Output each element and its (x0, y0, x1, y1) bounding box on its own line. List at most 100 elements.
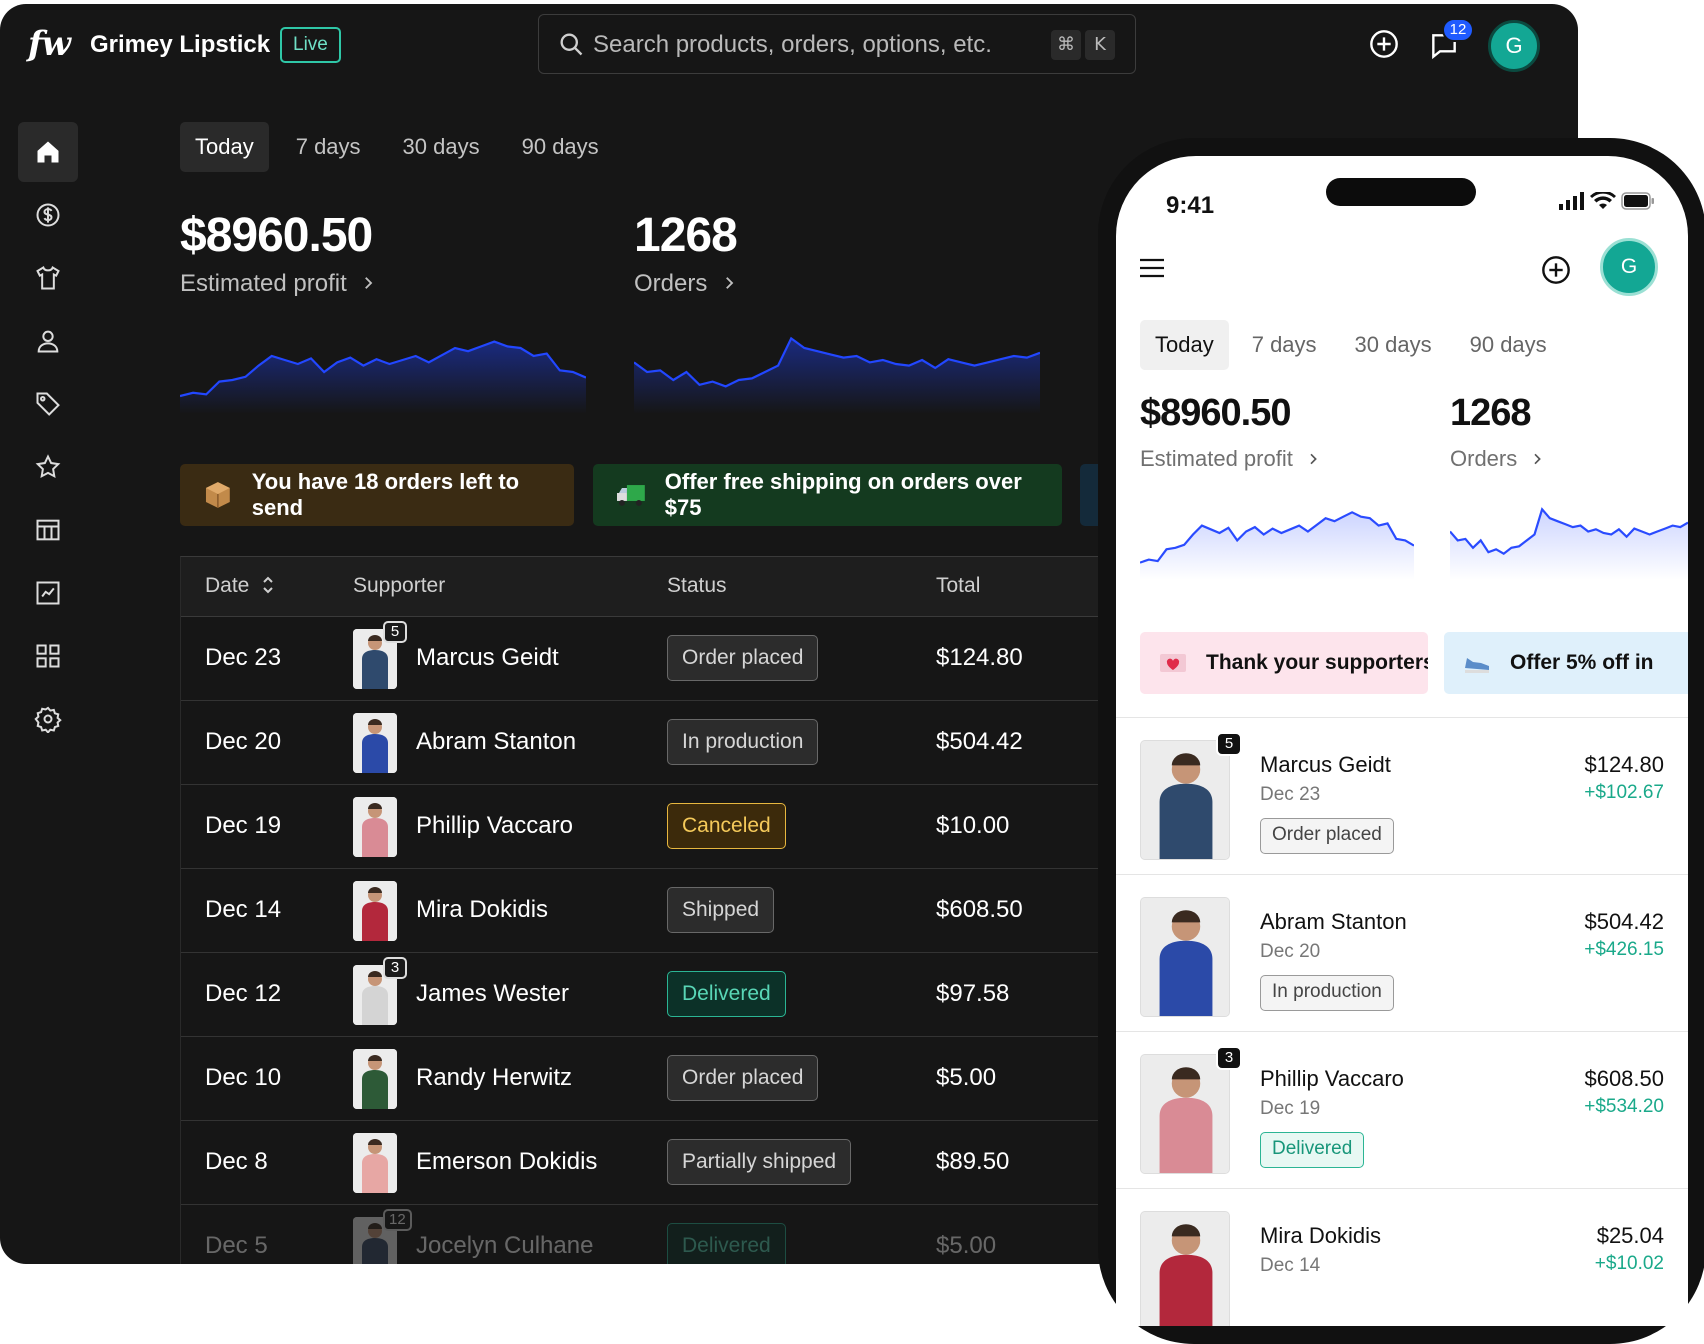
sidebar-item-apps[interactable] (18, 626, 78, 686)
search-input[interactable]: Search products, orders, options, etc. (593, 31, 992, 59)
offer-discount-card[interactable]: Offer 5% off in (1444, 632, 1688, 694)
order-date: Dec 8 (205, 1148, 268, 1175)
sparkline-area (1450, 509, 1688, 580)
orders-link[interactable]: Orders (1450, 446, 1545, 472)
order-profit: +$534.20 (1584, 1096, 1664, 1117)
chevron-right-icon (726, 277, 734, 289)
sidebar-item-home[interactable] (18, 122, 78, 182)
date-range-tabs: Today 7 days 30 days 90 days (180, 122, 626, 172)
order-total: $10.00 (936, 812, 1010, 839)
orders-value: 1268 (634, 209, 738, 262)
tab-today[interactable]: Today (1140, 320, 1229, 370)
notification-count-badge: 12 (1442, 18, 1474, 42)
order-total: $25.04 (1596, 1223, 1664, 1248)
sidebar-item-earnings[interactable] (18, 185, 78, 245)
status-badge: Partially shipped (667, 1139, 852, 1185)
orders-link[interactable]: Orders (634, 270, 738, 298)
list-item[interactable]: Abram Stanton Dec 20 In production $504.42 +… (1116, 875, 1688, 1032)
table-row[interactable]: Dec 19 Phillip Vaccaro Canceled $10.00 (181, 785, 1100, 869)
search-bar[interactable]: Search products, orders, options, etc. ⌘… (538, 14, 1136, 74)
order-profit: +$10.02 (1594, 1253, 1664, 1274)
free-shipping-card[interactable]: Offer free shipping on orders over $75 (593, 464, 1062, 526)
profit-link[interactable]: Estimated profit (1140, 446, 1321, 472)
sidebar-item-supporters[interactable] (18, 311, 78, 371)
table-row[interactable]: Dec 23 5 Marcus Geidt Order placed $124.80 (181, 617, 1100, 701)
order-total: $608.50 (936, 896, 1023, 923)
table-row[interactable]: Dec 20 Abram Stanton In production $504.42 (181, 701, 1100, 785)
offer-discount-text: Offer 5% off in (1510, 651, 1654, 674)
tab-90-days[interactable]: 90 days (1455, 320, 1562, 370)
profit-value: $8960.50 (180, 209, 373, 262)
status-badge: Order placed (1260, 818, 1394, 854)
sidebar-item-settings[interactable] (18, 689, 78, 749)
table-row[interactable]: Dec 12 3 James Wester Delivered $97.58 (181, 953, 1100, 1037)
tshirt-icon (36, 266, 60, 290)
profit-link[interactable]: Estimated profit (180, 270, 377, 298)
grid-icon (36, 644, 60, 668)
supporter-name: Mira Dokidis (416, 896, 549, 923)
mobile-device: 9:41 G Today 7 days 30 days 90 days $896… (1098, 138, 1704, 1344)
product-photo (353, 797, 397, 857)
tag-icon (36, 392, 60, 416)
status-badge: In production (667, 719, 819, 765)
status-badge: Delivered (667, 971, 786, 1017)
product-thumbnail (353, 1133, 397, 1193)
orders-label: Orders (634, 270, 708, 297)
add-circle-icon[interactable] (1368, 28, 1400, 60)
chart-icon (36, 581, 60, 605)
status-badge: In production (1260, 975, 1394, 1011)
thank-supporters-text: Thank your supporters (1206, 651, 1428, 674)
sidebar-item-storefront[interactable] (18, 500, 78, 560)
orders-left-card[interactable]: You have 18 orders left to send (180, 464, 574, 526)
tab-90-days[interactable]: 90 days (507, 122, 614, 172)
table-row[interactable]: Dec 5 12 Jocelyn Culhane Delivered $5.00 (181, 1205, 1100, 1264)
order-total: $608.50 (1584, 1066, 1664, 1091)
date-column-header[interactable]: Date (205, 574, 275, 598)
chevron-right-icon (1310, 453, 1317, 465)
thank-supporters-card[interactable]: Thank your supporters (1140, 632, 1428, 694)
table-row[interactable]: Dec 8 Emerson Dokidis Partially shipped $89… (181, 1121, 1100, 1205)
sidebar-item-discounts[interactable] (18, 374, 78, 434)
table-row[interactable]: Dec 10 Randy Herwitz Order placed $5.00 (181, 1037, 1100, 1121)
user-avatar[interactable]: G (1488, 20, 1540, 72)
store-name[interactable]: Grimey Lipstick (90, 31, 270, 59)
order-total: $124.80 (1584, 752, 1664, 777)
supporter-name: Abram Stanton (416, 728, 577, 755)
add-circle-icon[interactable] (1540, 254, 1572, 286)
supporter-name: Phillip Vaccaro (1260, 1066, 1404, 1091)
status-indicators (1558, 190, 1655, 215)
item-count-badge: 5 (383, 621, 407, 643)
profit-label: Estimated profit (180, 270, 347, 297)
order-date: Dec 23 (1260, 784, 1321, 805)
tab-30-days[interactable]: 30 days (1340, 320, 1447, 370)
hamburger-menu-icon[interactable] (1138, 256, 1166, 280)
list-item[interactable]: 5 Marcus Geidt Dec 23 Order placed $124.80 +$… (1116, 718, 1688, 875)
orders-sparkline (634, 336, 1040, 414)
tab-30-days[interactable]: 30 days (388, 122, 495, 172)
table-row[interactable]: Dec 14 Mira Dokidis Shipped $608.50 (181, 869, 1100, 953)
shortcut-key-cmd: ⌘ (1051, 30, 1081, 60)
user-avatar[interactable]: G (1600, 238, 1658, 296)
product-photo (353, 1049, 397, 1109)
list-item[interactable]: 3 Phillip Vaccaro Dec 19 Delivered $608.50 +$… (1116, 1032, 1688, 1189)
list-item[interactable]: Mira Dokidis Dec 14 $25.04 +$10.02 (1116, 1189, 1688, 1326)
profit-label: Estimated profit (1140, 446, 1293, 471)
order-total: $89.50 (936, 1148, 1010, 1175)
user-icon (37, 330, 59, 353)
sidebar-item-products[interactable] (18, 248, 78, 308)
profit-sparkline (1140, 511, 1414, 580)
brand-logo[interactable]: fw (28, 24, 71, 64)
product-photo (1141, 1055, 1229, 1173)
package-icon (205, 482, 230, 508)
item-count-badge: 3 (383, 957, 407, 979)
tab-7-days[interactable]: 7 days (1237, 320, 1332, 370)
battery-icon (1621, 192, 1654, 210)
shortcut-key-k: K (1085, 30, 1115, 60)
product-thumbnail (353, 1049, 397, 1109)
sparkline-area (634, 338, 1040, 414)
tab-today[interactable]: Today (180, 122, 269, 172)
sidebar-item-analytics[interactable] (18, 563, 78, 623)
sidebar-item-reviews[interactable] (18, 437, 78, 497)
product-photo (1141, 1212, 1229, 1326)
tab-7-days[interactable]: 7 days (281, 122, 376, 172)
